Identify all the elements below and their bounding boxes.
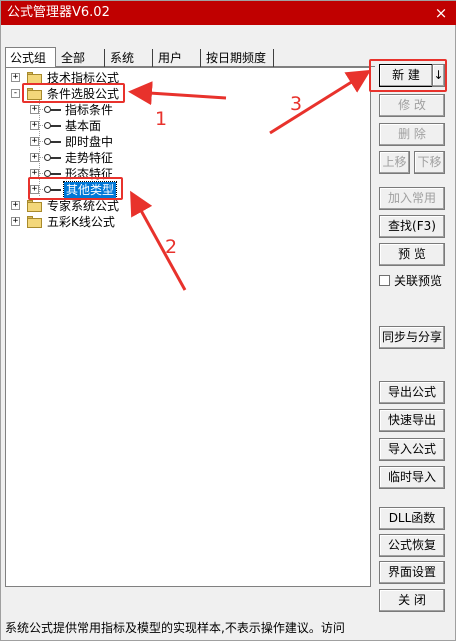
folder-icon bbox=[27, 200, 42, 212]
formula-restore-button[interactable]: 公式恢复 bbox=[379, 534, 445, 557]
temp-import-button[interactable]: 临时导入 bbox=[379, 466, 445, 489]
tree-node-trend-features[interactable]: + 走势特征 bbox=[27, 150, 147, 166]
key-icon bbox=[44, 106, 62, 114]
tree-node-label: 五彩K线公式 bbox=[47, 215, 115, 229]
tree-node-label: 指标条件 bbox=[65, 103, 114, 117]
key-icon bbox=[44, 122, 62, 130]
tree-node-label: 走势特征 bbox=[65, 151, 114, 165]
close-icon[interactable]: × bbox=[433, 1, 449, 25]
tab-formula-group[interactable]: 公式组 bbox=[5, 47, 56, 68]
annotation-box-new-button bbox=[369, 59, 447, 92]
tree-node-indicator-conditions[interactable]: + 指标条件 bbox=[27, 102, 147, 118]
ui-settings-button[interactable]: 界面设置 bbox=[379, 561, 445, 584]
delete-button[interactable]: 删 除 bbox=[379, 123, 445, 146]
expand-icon[interactable]: + bbox=[30, 105, 39, 114]
annotation-number-2: 2 bbox=[165, 236, 178, 258]
title-bar: 公式管理器V6.02 × bbox=[1, 1, 456, 25]
tree-node-label: 即时盘中 bbox=[65, 135, 114, 149]
sync-share-button[interactable]: 同步与分享 bbox=[379, 326, 445, 349]
formula-tree[interactable]: + 技术指标公式 - 条件选股公式 + 指标条件 + 基本面 + 即时盘中 + … bbox=[5, 67, 371, 587]
export-formula-button[interactable]: 导出公式 bbox=[379, 381, 445, 404]
expand-icon[interactable]: + bbox=[11, 217, 20, 226]
folder-icon bbox=[27, 216, 42, 228]
dll-function-button[interactable]: DLL函数 bbox=[379, 507, 445, 530]
window-title: 公式管理器V6.02 bbox=[7, 5, 110, 20]
modify-button[interactable]: 修 改 bbox=[379, 94, 445, 117]
annotation-box-stock-screening bbox=[22, 83, 125, 103]
tree-node-label: 专家系统公式 bbox=[47, 199, 120, 213]
tab-all[interactable]: 全部 bbox=[57, 49, 105, 67]
preview-button[interactable]: 预 览 bbox=[379, 243, 445, 266]
quick-export-button[interactable]: 快速导出 bbox=[379, 409, 445, 432]
close-button[interactable]: 关 闭 bbox=[379, 589, 445, 612]
key-icon bbox=[44, 154, 62, 162]
expand-icon[interactable]: + bbox=[30, 153, 39, 162]
tab-system[interactable]: 系统 bbox=[106, 49, 153, 67]
move-up-button[interactable]: 上移 bbox=[379, 151, 410, 174]
annotation-box-other-types bbox=[28, 177, 123, 200]
expand-icon[interactable]: + bbox=[11, 201, 20, 210]
tree-node-label: 基本面 bbox=[65, 119, 102, 133]
tree-node-expert-system[interactable]: + 专家系统公式 bbox=[9, 198, 169, 214]
collapse-icon[interactable]: - bbox=[11, 89, 20, 98]
annotation-number-3: 3 bbox=[290, 93, 303, 115]
tab-by-date-frequency[interactable]: 按日期频度 bbox=[202, 49, 274, 67]
link-preview-checkbox[interactable]: 关联预览 bbox=[379, 274, 453, 288]
expand-icon[interactable]: + bbox=[30, 137, 39, 146]
status-bar: 系统公式提供常用指标及模型的实现样本,不表示操作建议。访问 bbox=[5, 621, 345, 635]
checkbox-box[interactable] bbox=[379, 275, 390, 286]
tree-node-colored-candlestick[interactable]: + 五彩K线公式 bbox=[9, 214, 169, 230]
annotation-number-1: 1 bbox=[155, 108, 168, 130]
tree-node-fundamentals[interactable]: + 基本面 bbox=[27, 118, 147, 134]
add-to-common-button[interactable]: 加入常用 bbox=[379, 187, 445, 210]
expand-icon[interactable]: + bbox=[11, 73, 20, 82]
link-preview-label: 关联预览 bbox=[394, 274, 443, 288]
tab-strip: 公式组 全部 系统 用户 按日期频度 bbox=[5, 47, 375, 68]
import-formula-button[interactable]: 导入公式 bbox=[379, 438, 445, 461]
expand-icon[interactable]: + bbox=[30, 121, 39, 130]
key-icon bbox=[44, 138, 62, 146]
tree-node-intraday[interactable]: + 即时盘中 bbox=[27, 134, 147, 150]
find-button[interactable]: 查找(F3) bbox=[379, 215, 445, 238]
move-down-button[interactable]: 下移 bbox=[414, 151, 445, 174]
tab-user[interactable]: 用户 bbox=[154, 49, 201, 67]
